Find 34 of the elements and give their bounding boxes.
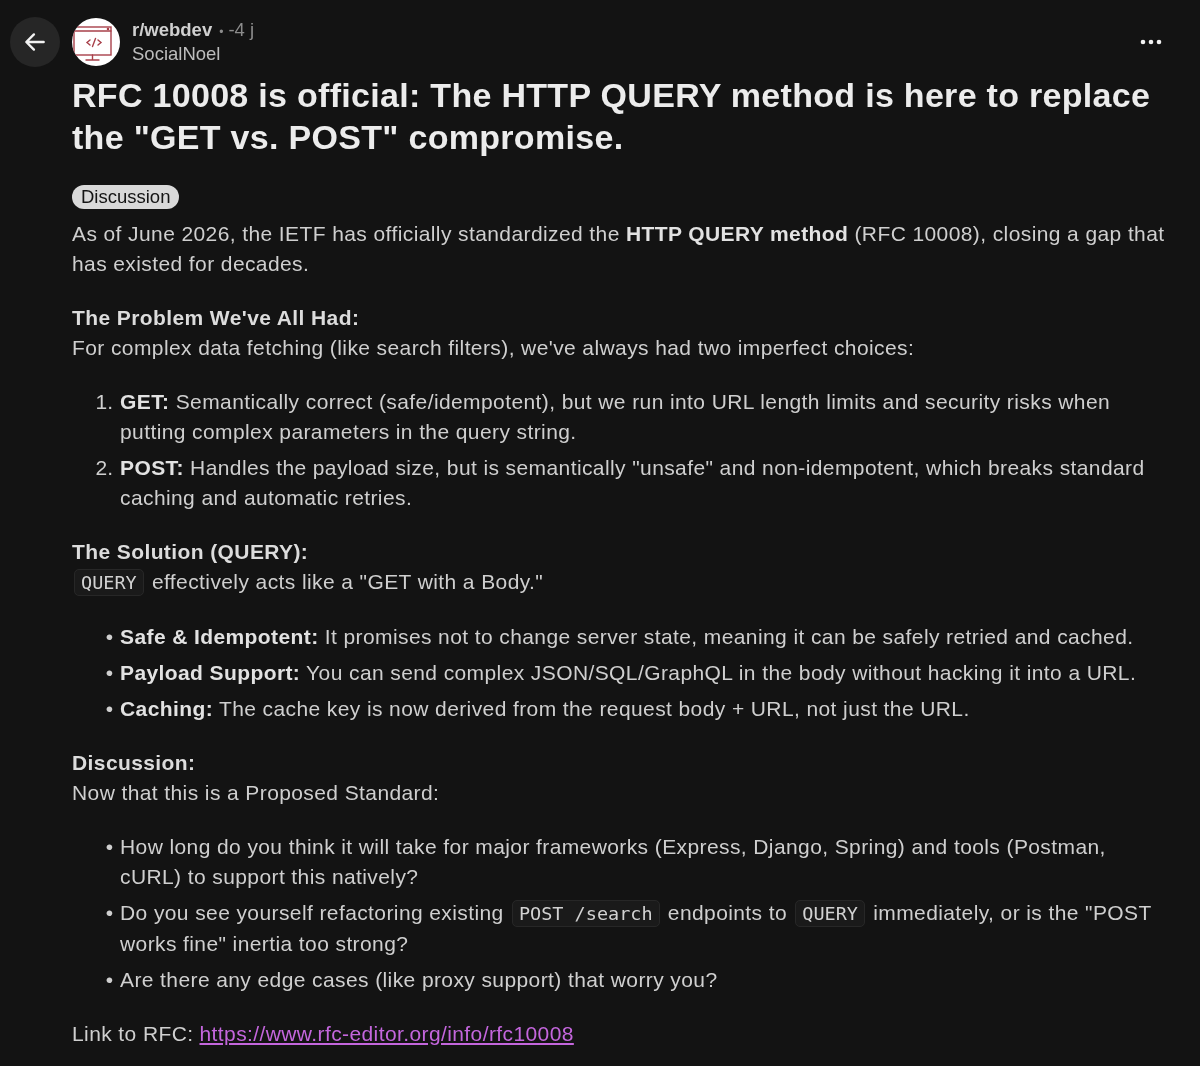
monitor-avatar-icon[interactable]: [72, 18, 120, 66]
separator-dot: •: [219, 24, 224, 41]
list-item-text: Are there any edge cases (like proxy support) that worry you?: [120, 967, 719, 993]
link-label: Link to RFC:: [72, 1022, 194, 1045]
list-item-text: POST: Handles the payload size, but is semantically "unsafe" and non-idempotent, which breaks standard caching and automatic retries.: [120, 455, 1146, 511]
list-item-text: GET: Semantically correct (safe/idempotent), but we run into URL length limits and security risks when putting complex parameters in the query string.: [120, 389, 1112, 445]
section-heading: The Solution (QUERY):: [72, 539, 310, 565]
list-marker: •: [105, 660, 113, 686]
list-marker: •: [105, 624, 113, 650]
list-item-text: Caching: The cache key is now derived from the request body + URL, not just the URL.: [120, 696, 971, 722]
list-item-text: How long do you think it will take for major frameworks (Express, Django, Spring) and tools (Postman, cURL) to support this natively?: [120, 834, 1107, 890]
author-link[interactable]: SocialNoel: [132, 42, 1140, 66]
body-paragraph: Now that this is a Proposed Standard:: [72, 780, 441, 806]
list-marker: 1.: [95, 389, 113, 415]
post-age: -4 j: [228, 18, 255, 42]
list-marker: •: [105, 900, 113, 926]
section-heading: Discussion:: [72, 750, 197, 776]
body-paragraph: For complex data fetching (like search filters), we've always had two imperfect choices:: [72, 335, 916, 361]
list-item-text: Payload Support: You can send complex JSON/SQL/GraphQL in the body without hacking it into a URL.: [120, 660, 1138, 686]
section-heading: The Problem We've All Had:: [72, 305, 361, 331]
flair-tag: Discussion: [72, 185, 180, 209]
list-marker: 2.: [95, 455, 113, 481]
list-marker: •: [105, 967, 113, 993]
body-paragraph: As of June 2026, the IETF has officially standardized the HTTP QUERY method (RFC 10008), closing a gap that has existed for decades.: [72, 221, 1166, 277]
subreddit-link[interactable]: r/webdev: [132, 18, 213, 42]
rfc-link[interactable]: https://www.rfc-editor.org/info/rfc10008: [199, 1022, 574, 1045]
ellipsis-icon: [1140, 39, 1162, 45]
list-item-text: Safe & Idempotent: It promises not to change server state, meaning it can be safely retried and cached.: [120, 624, 1135, 650]
list-item-text: Do you see yourself refactoring existing POST /search endpoints to QUERY immediately, or is the "POST works fine" inertia too strong?: [120, 899, 1153, 957]
list-marker: •: [105, 834, 113, 860]
post-title: RFC 10008 is official: The HTTP QUERY method is here to replace the "GET vs. POST" compromise.: [72, 75, 1152, 158]
body-paragraph: QUERY effectively acts like a "GET with a Body.": [72, 567, 1172, 598]
back-button[interactable]: [10, 17, 60, 67]
list-marker: •: [105, 696, 113, 722]
